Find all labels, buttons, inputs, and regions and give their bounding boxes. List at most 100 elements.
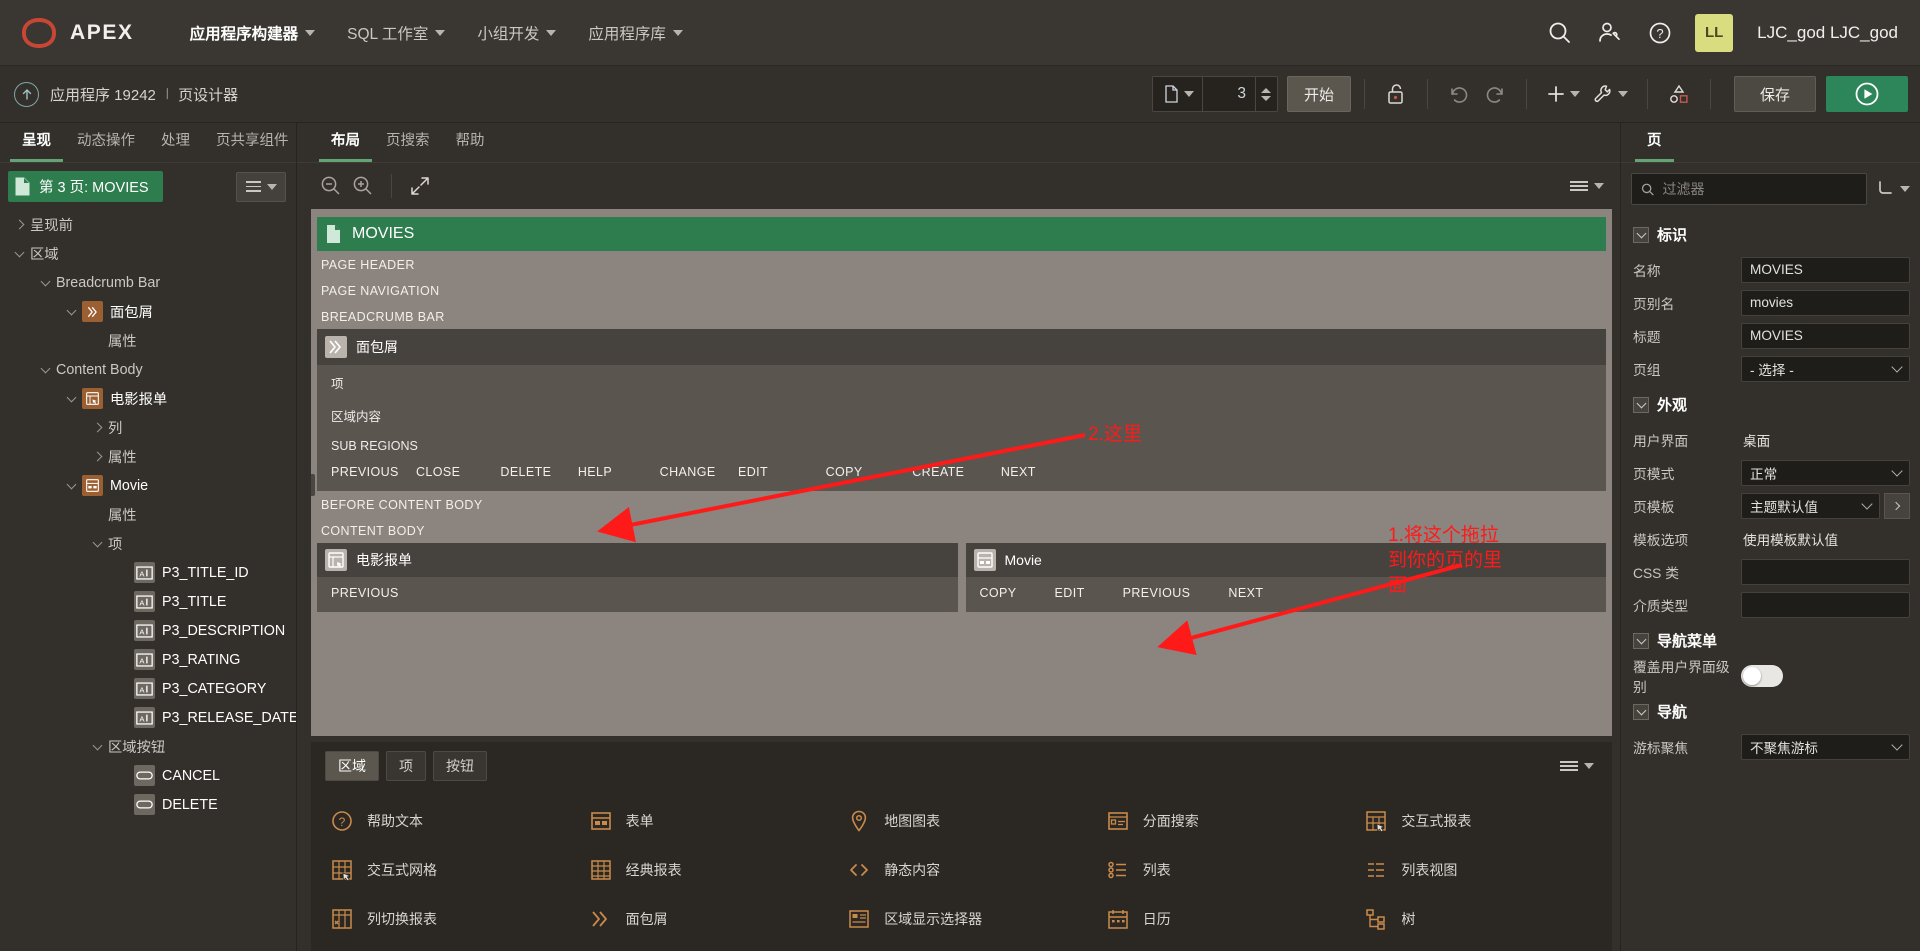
canvas-button[interactable]: CREATE (912, 465, 964, 479)
help-icon[interactable]: ? (1645, 18, 1675, 48)
tree-node[interactable]: Breadcrumb Bar (0, 268, 296, 297)
chevron-down-icon[interactable] (1633, 396, 1649, 413)
tree-node[interactable]: CANCEL (0, 761, 296, 790)
layout-canvas[interactable]: MOVIES PAGE HEADER PAGE NAVIGATION BREAD… (311, 209, 1612, 736)
gallery-item[interactable]: 经典报表 (584, 845, 837, 894)
gallery-item[interactable]: 分面搜索 (1101, 796, 1354, 845)
left-tree-menu-button[interactable] (236, 171, 286, 202)
canvas-button[interactable]: NEXT (1001, 465, 1036, 479)
gallery-item[interactable]: 表单 (584, 796, 837, 845)
tree-node[interactable]: DELETE (0, 790, 296, 819)
chevron-down-icon[interactable] (86, 740, 108, 752)
canvas-breadcrumb-region[interactable]: 面包屑 项 区域内容 SUB REGIONS PREVIOUS CLOSE DELE… (317, 329, 1606, 491)
canvas-region-movie-form[interactable]: Movie COPY EDIT PREVIOUS NEXT (965, 543, 1606, 612)
tree-node[interactable]: 呈现前 (0, 210, 296, 239)
avatar[interactable]: LL (1695, 13, 1734, 52)
zoom-in-icon[interactable] (347, 170, 379, 202)
canvas-button[interactable]: COPY (826, 465, 863, 479)
chevron-down-icon[interactable] (8, 247, 30, 259)
menu-team-development[interactable]: 小组开发 (463, 14, 570, 52)
tab-page-properties[interactable]: 页 (1635, 123, 1674, 162)
search-icon[interactable] (1545, 18, 1575, 48)
tree-node[interactable]: 属性 (0, 500, 296, 529)
breadcrumb-app[interactable]: 应用程序 19242 (50, 84, 156, 105)
lock-icon[interactable] (1378, 76, 1414, 112)
canvas-button[interactable]: PREVIOUS (1123, 586, 1191, 600)
page-doc-dropdown[interactable] (1153, 77, 1203, 111)
property-filter-field[interactable] (1631, 173, 1867, 205)
chevron-down-icon[interactable] (34, 276, 56, 288)
expand-icon[interactable] (404, 170, 436, 202)
start-button[interactable]: 开始 (1286, 76, 1351, 112)
save-button[interactable]: 保存 (1733, 76, 1816, 112)
user-name-label[interactable]: LJC_god LJC_god (1757, 23, 1898, 43)
add-component-button[interactable] (1540, 76, 1586, 112)
gallery-item[interactable]: ? 帮助文本 (325, 796, 578, 845)
tree-node[interactable]: 面包屑 (0, 297, 296, 326)
tree-node[interactable]: 区域按钮 (0, 732, 296, 761)
gallery-item[interactable]: 列表视图 (1359, 845, 1612, 894)
stepper-down-icon[interactable] (1261, 95, 1272, 101)
chevron-down-icon[interactable] (34, 363, 56, 375)
breadcrumb-page-designer[interactable]: 页设计器 (178, 84, 238, 105)
gallery-item[interactable]: 交互式报表 (1359, 796, 1612, 845)
gallery-tab-regions[interactable]: 区域 (325, 751, 379, 781)
gallery-item[interactable]: 列表 (1101, 845, 1354, 894)
canvas-button[interactable]: CLOSE (416, 465, 460, 479)
tree-node[interactable]: 属性 (0, 326, 296, 355)
undo-icon[interactable] (1441, 76, 1477, 112)
canvas-button[interactable]: HELP (578, 465, 612, 479)
canvas-button[interactable]: PREVIOUS (331, 465, 399, 479)
layout-menu-button[interactable] (1570, 180, 1604, 192)
canvas-button[interactable]: CHANGE (660, 465, 716, 479)
canvas-button[interactable]: EDIT (1055, 586, 1085, 600)
property-input[interactable] (1741, 591, 1910, 618)
tab-help[interactable]: 帮助 (444, 123, 497, 162)
back-up-icon[interactable] (14, 81, 39, 107)
canvas-region-movie-report[interactable]: 电影报单 PREVIOUS (317, 543, 958, 612)
tree-node[interactable]: 项 (0, 529, 296, 558)
property-filter-input[interactable] (1662, 181, 1857, 197)
tree-node[interactable]: Content Body (0, 355, 296, 384)
page-stepper-arrows[interactable] (1254, 77, 1277, 111)
property-select[interactable]: 正常 (1741, 459, 1910, 486)
user-admin-icon[interactable] (1595, 18, 1625, 48)
tab-rendering[interactable]: 呈现 (10, 123, 63, 162)
menu-sql-workshop[interactable]: SQL 工作室 (333, 14, 459, 52)
gallery-item[interactable]: 交互式网格 (325, 845, 578, 894)
chevron-down-icon[interactable] (60, 392, 82, 404)
page-number-value[interactable]: 3 (1203, 85, 1255, 103)
canvas-button[interactable]: EDIT (738, 465, 768, 479)
tab-page-shared-components[interactable]: 页共享组件 (204, 123, 301, 162)
canvas-button[interactable]: DELETE (500, 465, 551, 479)
tree-node[interactable]: 区域 (0, 239, 296, 268)
chevron-down-icon[interactable] (86, 537, 108, 549)
property-group-header[interactable]: 导航菜单 (1621, 621, 1920, 659)
tree-node[interactable]: A P3_DESCRIPTION (0, 616, 296, 645)
canvas-button-previous[interactable]: PREVIOUS (331, 586, 399, 600)
property-select[interactable]: - 选择 - (1741, 355, 1910, 382)
tab-page-search[interactable]: 页搜索 (374, 123, 442, 162)
canvas-region-movie-form-header[interactable]: Movie (965, 543, 1606, 577)
property-group-header[interactable]: 标识 (1621, 215, 1920, 253)
stepper-up-icon[interactable] (1261, 87, 1272, 93)
property-input[interactable]: movies (1741, 289, 1910, 316)
tree-page-node[interactable]: 第 3 页: MOVIES (8, 171, 163, 202)
gallery-item[interactable]: 地图图表 (842, 796, 1095, 845)
canvas-page-header[interactable]: MOVIES (317, 217, 1606, 251)
property-input[interactable] (1741, 558, 1910, 585)
property-more-button[interactable] (1884, 492, 1910, 519)
tree-node[interactable]: A P3_TITLE (0, 587, 296, 616)
gallery-item[interactable]: 面包屑 (584, 894, 837, 943)
tree-node[interactable]: A P3_RELEASE_DATE (0, 703, 296, 732)
gallery-tab-buttons[interactable]: 按钮 (433, 751, 487, 781)
menu-app-builder[interactable]: 应用程序构建器 (176, 14, 330, 52)
tree-node[interactable]: A P3_TITLE_ID (0, 558, 296, 587)
property-input[interactable]: MOVIES (1741, 256, 1910, 283)
brand-logo[interactable]: APEX (0, 17, 134, 48)
gallery-item[interactable]: 列切换报表 (325, 894, 578, 943)
canvas-region-movie-report-header[interactable]: 电影报单 (317, 543, 958, 577)
property-select[interactable]: 不聚焦游标 (1741, 733, 1910, 760)
tree-node[interactable]: A P3_RATING (0, 645, 296, 674)
chevron-down-icon[interactable] (1633, 632, 1649, 649)
